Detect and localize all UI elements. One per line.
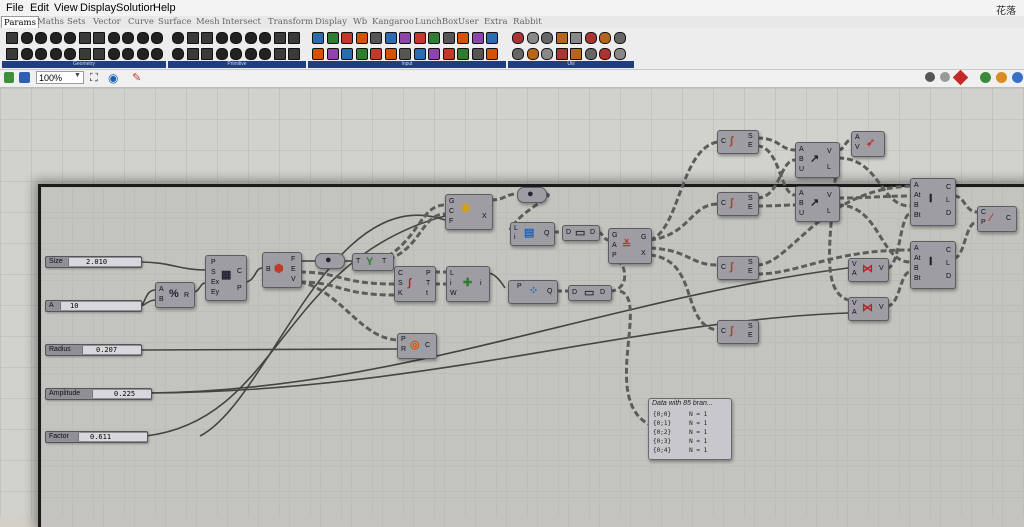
component-data-dam-2[interactable]: D ▭ D bbox=[568, 285, 612, 301]
component-curve-frames[interactable]: C S K ∫ P T t bbox=[394, 266, 436, 302]
cross-icon: ✚ bbox=[463, 277, 473, 289]
panel-row: {0;1} N = 1 bbox=[653, 420, 708, 427]
panel-row: {0;3} N = 1 bbox=[653, 438, 708, 445]
wire bbox=[145, 215, 446, 437]
component-end-points-4[interactable]: C ∫ S E bbox=[717, 320, 759, 344]
wire bbox=[837, 203, 911, 264]
wire bbox=[139, 299, 156, 307]
wire bbox=[886, 270, 911, 308]
panel-row: {0;0} N = 1 bbox=[653, 411, 708, 418]
wire bbox=[244, 267, 263, 283]
tree-icon: Y bbox=[366, 256, 374, 268]
component-circle[interactable]: P R ◎ C bbox=[397, 333, 437, 359]
length-icon: ≚ bbox=[622, 239, 632, 251]
wire bbox=[756, 136, 796, 152]
vector-icon: ↗ bbox=[810, 153, 820, 165]
wire bbox=[139, 261, 206, 271]
curve-icon: ∫ bbox=[730, 197, 734, 209]
circle-icon: ◎ bbox=[410, 339, 420, 351]
component-end-points-3[interactable]: C ∫ S E bbox=[717, 256, 759, 280]
component-construct-plane[interactable]: P S Ex Ey ▦ C P bbox=[205, 255, 247, 301]
wire bbox=[837, 194, 911, 200]
component-vector-display[interactable]: A V ➶ bbox=[851, 131, 885, 157]
box-icon: ⬢ bbox=[274, 263, 284, 275]
amplitude-icon: ⋈ bbox=[862, 302, 873, 314]
component-curve-point[interactable]: C P ⁄ C bbox=[977, 206, 1017, 232]
component-relay-2[interactable]: ● bbox=[517, 187, 547, 203]
component-amplitude-1[interactable]: V A ⋈ V bbox=[848, 258, 889, 282]
component-data-dam[interactable]: D ▭ D bbox=[562, 225, 600, 241]
component-curve-evaluate[interactable]: G C F ✺ X bbox=[445, 194, 493, 230]
data-icon: ▭ bbox=[575, 227, 586, 239]
vector-display-icon: ➶ bbox=[866, 137, 876, 149]
point-icon: ⁘ bbox=[529, 285, 539, 297]
relay-icon: ● bbox=[325, 254, 332, 266]
component-list-item[interactable]: L i ▤ Q bbox=[510, 222, 555, 246]
number-slider-radius[interactable]: Radius 0.207 bbox=[45, 344, 142, 356]
panel-row: {0;4} N = 1 bbox=[653, 447, 708, 454]
list-icon: ▤ bbox=[524, 227, 535, 239]
component-arc-blend-1[interactable]: A At B Bt 𝐈 C L D bbox=[910, 178, 956, 226]
wire bbox=[756, 144, 796, 197]
data-panel[interactable]: Data with 85 bran... {0;0} N = 1 {0;1} N… bbox=[648, 398, 732, 460]
number-slider-a[interactable]: A 10 bbox=[45, 300, 142, 312]
wire bbox=[953, 220, 978, 260]
component-point[interactable]: P ⁘ Q bbox=[508, 280, 558, 304]
curve-icon: ∫ bbox=[730, 261, 734, 273]
relay-icon: ● bbox=[527, 188, 534, 200]
data-icon: ▭ bbox=[584, 287, 595, 299]
component-evaluate-length[interactable]: G A P ≚ G X bbox=[608, 228, 652, 264]
number-slider-amplitude[interactable]: Amplitude 0.225 bbox=[45, 388, 152, 400]
component-end-points-2[interactable]: C ∫ S E bbox=[717, 192, 759, 216]
vector-icon: ↗ bbox=[810, 197, 820, 209]
wire bbox=[139, 348, 398, 351]
component-arc-blend-2[interactable]: A At B Bt 𝐈 C L D bbox=[910, 241, 956, 289]
component-ab[interactable]: A B % R bbox=[155, 282, 195, 308]
gear-icon: ✺ bbox=[461, 203, 471, 215]
component-icon: % bbox=[169, 288, 179, 300]
slider-track[interactable] bbox=[78, 433, 147, 441]
curve-icon: ∫ bbox=[408, 277, 412, 289]
amplitude-icon: ⋈ bbox=[862, 263, 873, 275]
curve-point-icon: ⁄ bbox=[990, 212, 992, 224]
component-end-points-1[interactable]: C ∫ S E bbox=[717, 130, 759, 154]
component-text[interactable]: T Y T bbox=[352, 253, 394, 271]
panel-row: {0;2} N = 1 bbox=[653, 429, 708, 436]
component-vector-2pt-1[interactable]: A B U ↗ V L bbox=[795, 142, 840, 178]
wire bbox=[139, 289, 156, 307]
component-vector-2pt-2[interactable]: A B U ↗ V L bbox=[795, 186, 840, 222]
arc-icon: 𝐈 bbox=[929, 256, 933, 268]
plane-icon: ▦ bbox=[221, 269, 232, 281]
component-line[interactable]: L i W ✚ i bbox=[446, 266, 490, 302]
number-slider-factor[interactable]: Factor 0.611 bbox=[45, 431, 148, 443]
arc-icon: 𝐈 bbox=[929, 193, 933, 205]
curve-icon: ∫ bbox=[730, 325, 734, 337]
wire bbox=[490, 192, 518, 202]
component-amplitude-2[interactable]: V A ⋈ V bbox=[848, 297, 889, 321]
component-box[interactable]: B ⬢ F E V bbox=[262, 252, 302, 288]
curve-icon: ∫ bbox=[730, 135, 734, 147]
number-slider-size[interactable]: Size 2.010 bbox=[45, 256, 142, 268]
wire bbox=[953, 194, 978, 214]
wire bbox=[756, 203, 796, 208]
component-relay[interactable]: ● bbox=[315, 253, 345, 269]
